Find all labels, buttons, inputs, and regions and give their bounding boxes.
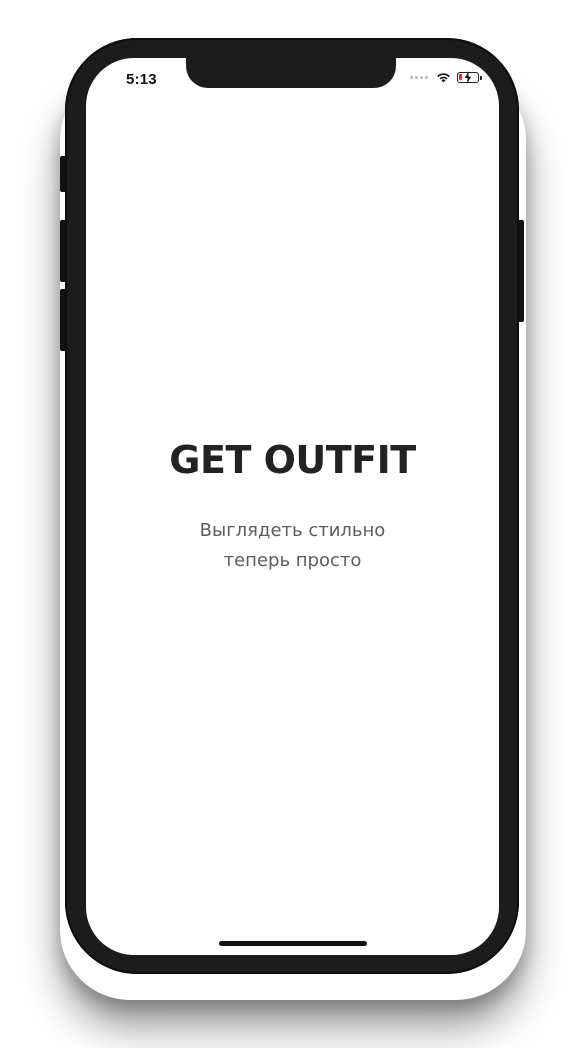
tagline-line-2: теперь просто: [223, 550, 362, 571]
battery-level-fill: [459, 74, 462, 81]
status-time: 5:13: [126, 71, 157, 88]
app-title: GET OUTFIT: [169, 438, 416, 482]
home-indicator[interactable]: [219, 941, 367, 946]
device-notch: [186, 58, 396, 88]
signal-dots-icon: [410, 76, 428, 79]
charging-bolt-icon: [464, 71, 472, 84]
tagline-line-1: Выглядеть стильно: [199, 520, 386, 541]
app-tagline: Выглядеть стильно теперь просто: [86, 516, 499, 576]
status-icons: [410, 71, 482, 84]
battery-charging-icon: [457, 71, 482, 84]
wifi-icon: [437, 73, 450, 83]
device-stage: 5:13 GET OUTFIT Выглядеть стильно теперь…: [0, 0, 584, 1048]
app-screen: 5:13 GET OUTFIT Выглядеть стильно теперь…: [86, 58, 499, 955]
